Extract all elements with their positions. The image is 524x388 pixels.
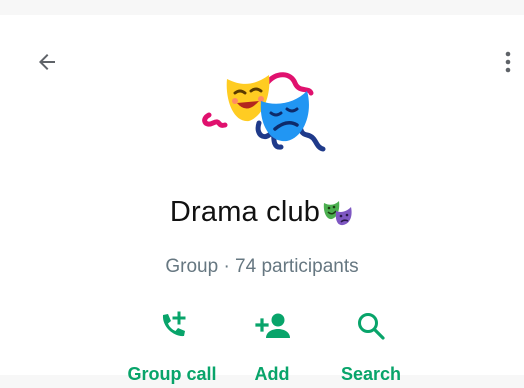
group-subtitle: Group · 74 participants xyxy=(165,256,359,277)
group-name: Drama club xyxy=(169,195,321,228)
add-participant-button[interactable]: Add xyxy=(246,308,298,388)
search-icon xyxy=(358,313,385,340)
phone-plus-icon xyxy=(162,311,186,337)
group-avatar[interactable] xyxy=(199,63,329,158)
group-call-button[interactable]: Group call xyxy=(126,308,218,388)
more-options-button[interactable] xyxy=(498,45,518,79)
more-vertical-icon xyxy=(505,51,511,73)
performing-arts-masks-icon xyxy=(202,72,326,152)
action-bar: Group call Add Search xyxy=(0,308,524,388)
arrow-left-icon xyxy=(39,54,55,70)
back-button[interactable] xyxy=(30,45,64,79)
group-info-page: Drama club Group · 74 participants Group… xyxy=(0,15,524,384)
group-title-row: Drama club xyxy=(0,190,524,234)
add-person-icon xyxy=(255,313,290,338)
performing-arts-masks-emoji-icon xyxy=(323,201,352,226)
search-button[interactable]: Search xyxy=(336,308,406,388)
